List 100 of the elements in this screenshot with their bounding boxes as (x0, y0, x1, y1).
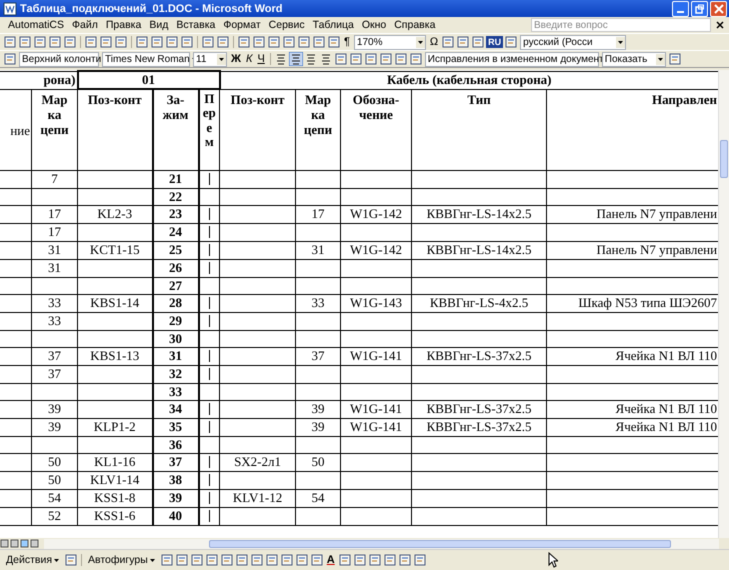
column-group-header: рона) (0, 71, 78, 89)
bold-button[interactable]: Ж (229, 52, 243, 66)
jumper-mark (208, 208, 210, 220)
column-group-header: Кабель (кабельная сторона) (220, 71, 718, 89)
table-cell (0, 260, 32, 278)
table-cell (340, 170, 412, 188)
table-cell: 36 (152, 436, 198, 454)
table-cell: 37 (296, 348, 341, 366)
vertical-scrollbar[interactable] (718, 70, 729, 538)
table-cell (0, 418, 32, 436)
menu-item[interactable]: Файл (68, 19, 102, 31)
help-search-field[interactable]: Введите вопрос (531, 18, 711, 32)
table-cell (296, 170, 341, 188)
table-cell: W1G-141 (340, 348, 412, 366)
table-cell (340, 312, 412, 330)
table-cell: КВВГнг-LS-37x2.5 (412, 348, 547, 366)
jumper-mark (208, 368, 210, 380)
mouse-cursor-icon (548, 552, 558, 568)
table-cell (340, 454, 412, 472)
menu-item[interactable]: Окно (358, 19, 390, 31)
table-cell: W1G-141 (340, 400, 412, 418)
table-cell: КВВГнг-LS-37x2.5 (412, 418, 547, 436)
table-cell (296, 278, 341, 294)
menu-item[interactable]: Сервис (264, 19, 309, 31)
table-cell: 23 (152, 206, 198, 224)
horizontal-scrollbar[interactable] (44, 538, 719, 548)
table-cell: 25 (152, 242, 198, 260)
jumper-mark (208, 297, 210, 309)
table-cell: KLV1-12 (220, 490, 296, 508)
caret-icon[interactable] (53, 556, 60, 564)
table-cell: 39 (152, 490, 198, 508)
menu-item[interactable]: Вставка (172, 19, 220, 31)
show-markup-combo[interactable]: Показать (602, 52, 666, 66)
table-cell: W1G-143 (340, 294, 412, 312)
style-combo[interactable]: Верхний колонти (19, 52, 99, 66)
column-header: Обозна- чение (340, 89, 412, 170)
table-cell: 39 (32, 418, 78, 436)
jumper-mark (208, 350, 210, 362)
table-cell: 21 (152, 170, 198, 188)
caret-icon[interactable] (148, 556, 156, 564)
table-cell (296, 472, 341, 490)
minimize-button[interactable] (672, 0, 689, 16)
table-cell: 31 (296, 242, 341, 260)
table-cell: 33 (152, 384, 198, 400)
table-cell (0, 170, 32, 188)
document-icon (3, 2, 17, 16)
language-badge[interactable]: RU (486, 36, 504, 48)
align-icon[interactable] (288, 52, 303, 66)
table-cell: 32 (152, 366, 198, 384)
menu-item[interactable]: Вид (145, 19, 172, 31)
column-header: Тип (412, 89, 547, 170)
jumper-mark (208, 492, 210, 504)
menu-item[interactable]: Таблица (308, 19, 358, 31)
table-cell: 37 (32, 348, 78, 366)
table-cell: КВВГнг-LS-4x2.5 (412, 294, 547, 312)
underline-button[interactable]: Ч (255, 52, 267, 66)
close-button[interactable] (710, 0, 727, 16)
show-formatting-button[interactable]: ¶ (342, 35, 352, 49)
table-cell: КВВГнг-LS-37x2.5 (412, 400, 547, 418)
menu-item[interactable]: Формат (219, 19, 265, 31)
font-size-combo[interactable]: 11 (193, 52, 227, 66)
menu-item[interactable]: AutomatiCS (4, 19, 68, 31)
column-header: ние (0, 89, 32, 170)
table-cell: 17 (296, 206, 341, 224)
symbol-button[interactable]: Ω (428, 35, 440, 49)
table-cell (340, 384, 412, 400)
table-cell: 50 (296, 454, 341, 472)
table-cell (32, 436, 78, 454)
close-icon[interactable] (716, 21, 724, 29)
table-cell: 40 (152, 508, 198, 526)
autoshapes-menu-button[interactable]: Автофигуры (85, 554, 159, 566)
restore-button[interactable] (691, 0, 708, 16)
table-cell (296, 260, 341, 278)
jumper-mark (208, 262, 210, 274)
font-combo[interactable]: Times New Roman (102, 52, 190, 66)
scroll-thumb[interactable] (209, 540, 671, 548)
table-cell (32, 278, 78, 294)
table-cell (0, 384, 32, 400)
jumper-mark (208, 510, 210, 522)
scroll-thumb[interactable] (720, 140, 728, 178)
font-color-button[interactable]: A (324, 553, 337, 567)
italic-button[interactable]: К (244, 52, 254, 66)
window-title: Таблица_подключений_01.DOC - Microsoft Word (20, 2, 284, 14)
table-cell: 54 (32, 490, 78, 508)
zoom-combo[interactable]: 170% (354, 34, 426, 50)
table-cell (296, 312, 341, 330)
jumper-mark (208, 173, 210, 185)
column-header: За- жим (152, 89, 198, 170)
table-cell: 39 (32, 400, 78, 418)
table-cell: 29 (152, 312, 198, 330)
table-cell (0, 348, 32, 366)
menu-item[interactable]: Правка (102, 19, 146, 31)
menu-item[interactable]: Справка (390, 19, 440, 31)
table-cell: 50 (32, 454, 78, 472)
table-cell: 28 (152, 294, 198, 312)
jumper-mark (208, 456, 210, 468)
restore-icon (694, 4, 704, 14)
table-cell: 54 (296, 490, 341, 508)
actions-menu-button[interactable]: Действия (3, 554, 64, 566)
language-combo[interactable]: русский (Росси (520, 34, 626, 50)
